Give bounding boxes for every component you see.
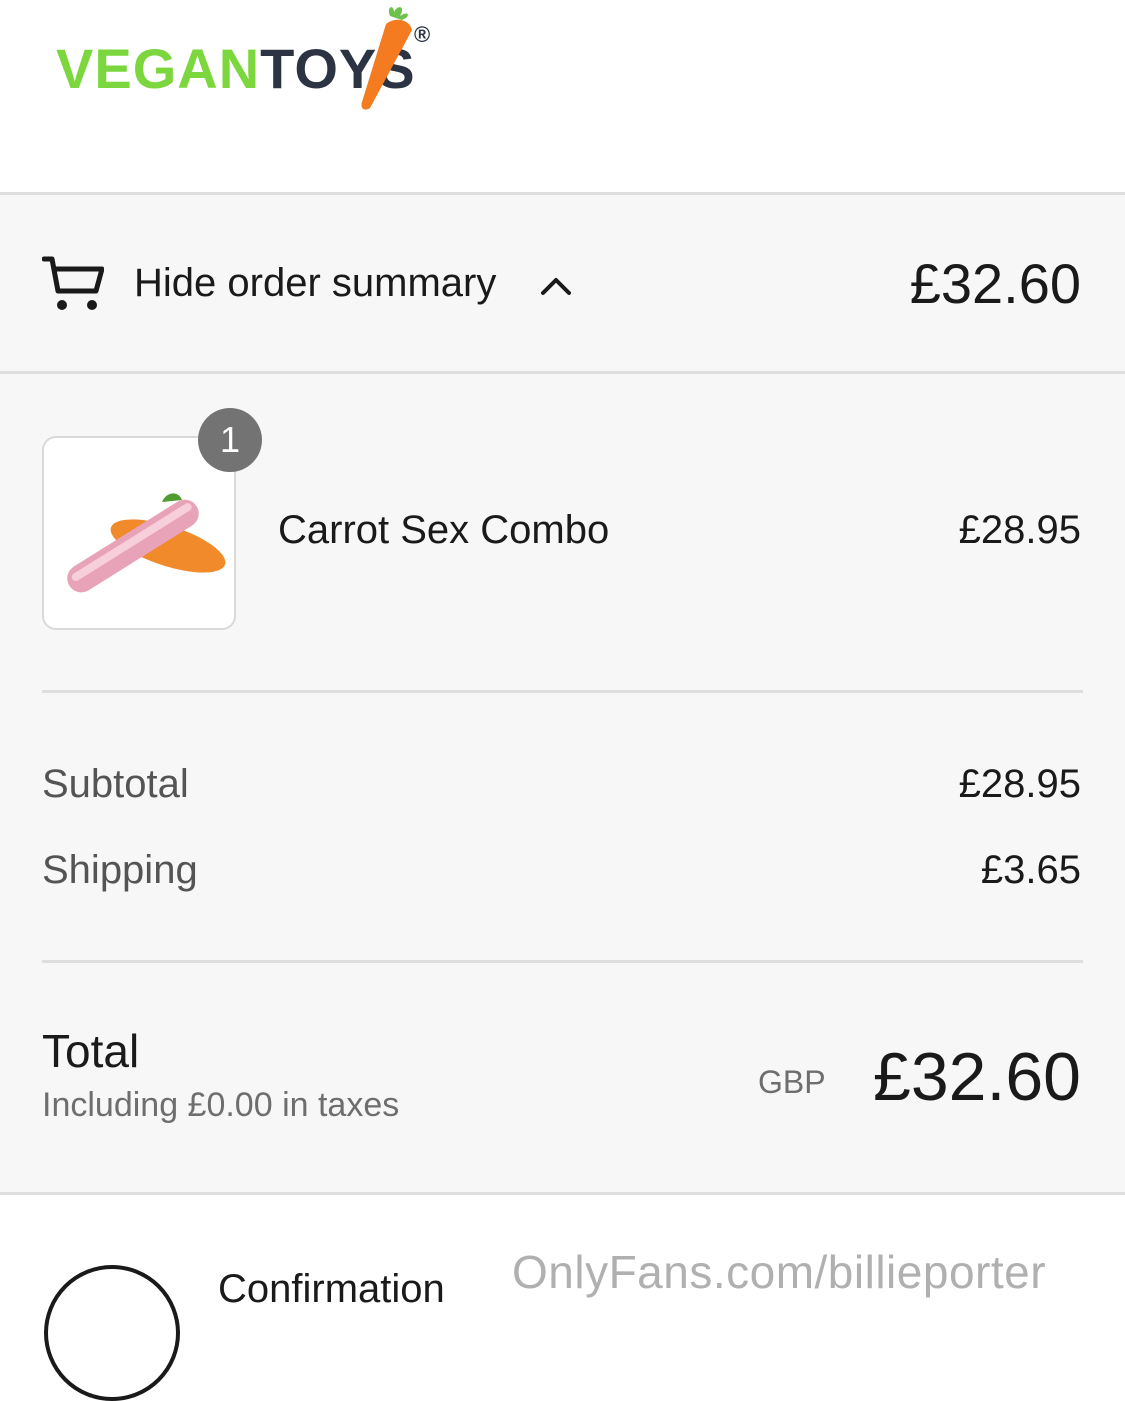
product-image (67, 493, 226, 593)
total-label: Total (42, 1025, 140, 1077)
quantity-badge: 1 (198, 408, 262, 472)
carrot-icon (361, 7, 412, 110)
toggle-order-summary-label[interactable]: Hide order summary (134, 261, 496, 306)
watermark: OnlyFans.com/billieporter (512, 1246, 1047, 1298)
divider (42, 960, 1083, 963)
confirmation-step-label: Confirmation (218, 1267, 445, 1311)
order-summary-toggle[interactable]: Hide order summary £32.60 (0, 192, 1125, 374)
shipping-label: Shipping (42, 848, 198, 892)
brand-logo[interactable]: VEGANTOYS ® (56, 0, 456, 120)
subtotal-label: Subtotal (42, 762, 189, 806)
summary-total: £32.60 (909, 252, 1081, 315)
shipping-value: £3.65 (980, 848, 1081, 892)
tax-note: Including £0.00 in taxes (42, 1086, 400, 1124)
grand-total: £32.60 (873, 1039, 1081, 1115)
cart-icon (42, 256, 104, 310)
checkout-steps: Confirmation OnlyFans.com/billieporter (0, 1192, 1125, 1401)
chevron-up-icon[interactable] (540, 275, 572, 297)
order-summary-panel: 1 Carrot Sex Combo £28.95 Subtotal £28.9… (0, 374, 1125, 1192)
brand-name-green: VEGAN (56, 37, 261, 100)
subtotal-value: £28.95 (958, 762, 1081, 806)
product-name: Carrot Sex Combo (278, 508, 610, 552)
registered-mark: ® (414, 22, 431, 47)
product-thumbnail (42, 436, 236, 630)
header: VEGANTOYS ® (0, 0, 1125, 192)
step-indicator-icon (44, 1265, 180, 1401)
product-price: £28.95 (958, 508, 1081, 552)
currency-code: GBP (758, 1064, 826, 1100)
divider (42, 690, 1083, 693)
